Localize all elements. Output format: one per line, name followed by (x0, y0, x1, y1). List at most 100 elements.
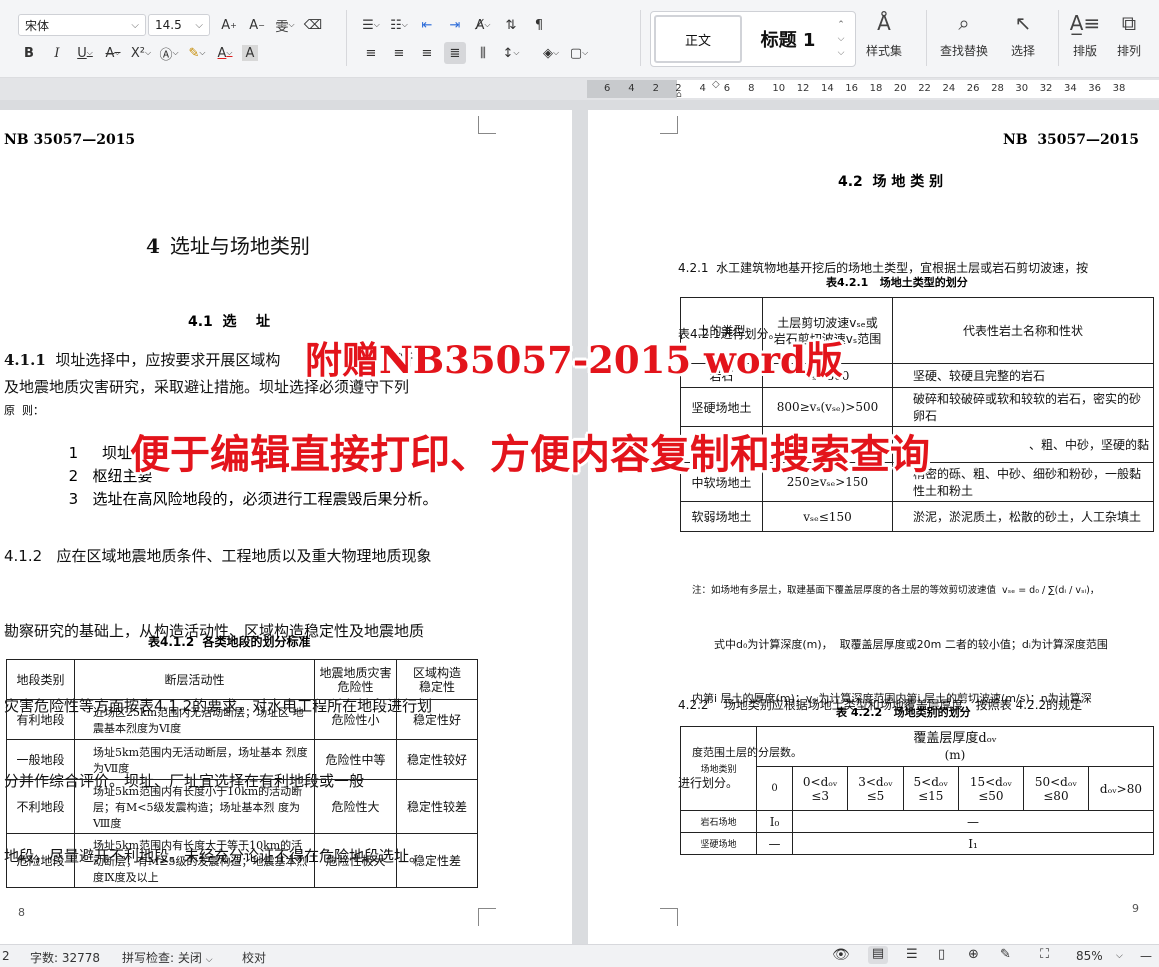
font-size-value: 14.5 (155, 18, 182, 32)
char-shading-icon[interactable]: A (242, 45, 258, 61)
indent-marker-icon[interactable]: ◇ (712, 79, 720, 90)
styles-set-label: 样式集 (866, 44, 903, 58)
text-effect-icon[interactable]: Ⓐ ⌵ (158, 42, 180, 64)
fit-page-icon[interactable]: ⛶ (1040, 947, 1049, 962)
distribute-icon[interactable]: ⫼ (472, 42, 494, 64)
shading-icon[interactable]: ◈ ⌵ (540, 42, 562, 64)
hanging-indent-icon[interactable]: ⌂ (676, 90, 682, 100)
table-header-cell: 0<dₒᵥ ≤3 (791, 766, 849, 811)
layout-button[interactable]: A̲≡ 排版 (1070, 10, 1100, 59)
expand-icon[interactable]: ⌵ (838, 46, 845, 60)
bold-icon[interactable]: B (18, 42, 40, 64)
increase-indent-icon[interactable]: ⇥ (444, 14, 466, 36)
write-mode-icon[interactable]: ✎ (1000, 947, 1011, 962)
ruler-tick-label: 38 (1112, 83, 1126, 94)
text-direction-icon[interactable]: A̸ ⌵ (472, 14, 494, 36)
cover-thickness-unit: (m) (944, 747, 966, 762)
ruler-tick-label: 10 (772, 83, 786, 94)
table-cell: 破碎和较破碎或软和较软的岩石，密实的砂卵石 (892, 387, 1154, 427)
table-header-cell: 区域构造 稳定性 (396, 659, 478, 700)
style-heading1[interactable]: 标题 1 (742, 15, 834, 63)
sort-icon[interactable]: ⇅ (500, 14, 522, 36)
font-name-select[interactable]: 宋体 ⌵ (18, 14, 146, 36)
select-label: 选择 (1010, 44, 1035, 58)
cover-thickness-label: 覆盖层厚度dₒᵥ (913, 730, 997, 746)
note-line1: 注：如场地有多层土，取建基面下覆盖层厚度的各土层的等效剪切波速值 vₛₑ = d… (692, 585, 1100, 596)
outline-view-icon[interactable]: ☰ (906, 947, 918, 962)
decrease-indent-icon[interactable]: ⇤ (416, 14, 438, 36)
font-size-select[interactable]: 14.5 ⌵ (148, 14, 210, 36)
line-spacing-icon[interactable]: ↕ ⌵ (500, 42, 522, 64)
grow-font-icon[interactable]: A + (218, 14, 240, 36)
highlight-icon[interactable]: ✎ ⌵ (186, 42, 208, 64)
web-view-icon[interactable]: ⊕ (968, 947, 979, 962)
word-count[interactable]: 字数: 32778 (30, 949, 100, 966)
underline-icon[interactable]: U ⌵ (74, 42, 96, 64)
separator (1058, 10, 1059, 66)
italic-icon[interactable]: I (46, 42, 68, 64)
find-replace-button[interactable]: ⌕ 查找替换 (940, 10, 988, 59)
ruler-tick-label: 28 (991, 83, 1004, 94)
table-row: 不利地段 场址5km范围内有长度小于10km的活动断层；有M<5级发震构造；场址… (6, 779, 478, 834)
strikethrough-icon[interactable]: A ⌵ (102, 42, 124, 64)
document-canvas[interactable]: NB 35057—2015 4 选址与场地类别 4.1 选 址 4.1.1 坝址选… (0, 100, 1159, 944)
table1-caption: 表4.2.1 场地土类型的划分 (826, 276, 968, 289)
table-cell: 一般地段 (6, 739, 75, 780)
chevron-down-icon[interactable]: ⌵ (838, 32, 845, 46)
zoom-dropdown-icon[interactable]: ⌵ (1116, 951, 1123, 961)
style-normal[interactable]: 正文 (654, 15, 742, 63)
crop-mark (478, 116, 496, 134)
chapter-title: 4 选址与场地类别 (146, 230, 310, 259)
page-view-icon[interactable]: ▤ (868, 946, 888, 964)
select-button[interactable]: ↖ 选择 (1010, 10, 1036, 59)
borders-icon[interactable]: ▢ ⌵ (568, 42, 590, 64)
table2-caption: 表 4.2.2 场地类别的划分 (836, 706, 971, 719)
ruler-tick-label: 34 (1064, 83, 1077, 94)
ruler-tick-label: 4 (628, 83, 635, 94)
styles-set-icon: Å (877, 11, 891, 35)
show-marks-icon[interactable]: ¶ (528, 14, 550, 36)
spell-check-toggle[interactable]: 拼写检查: 关闭 ⌵ (122, 949, 213, 966)
page-indicator[interactable]: 2 (2, 949, 10, 963)
zoom-out-icon[interactable]: — (1140, 949, 1152, 963)
table-cell: 稳定性较差 (396, 779, 478, 834)
align-center-icon[interactable]: ≡ (388, 42, 410, 64)
ruler-tick-label: 8 (748, 83, 755, 94)
arrange-button[interactable]: ⧉ 排列 (1116, 10, 1142, 59)
font-color-icon[interactable]: A ⌵ (214, 42, 236, 64)
justify-icon[interactable]: ≣ (444, 42, 466, 64)
zone-classification-table: 地段类别 断层活动性 地震地质灾害 危险性 区域构造 稳定性 有利地段 近场区2… (6, 659, 478, 888)
promo-watermark-line1: 附赠NB35057-2015 word版 (305, 338, 843, 382)
table-cell: 稍密的砾、粗、中砂、细砂和粉砂，一般黏性土和粉土 (892, 462, 1154, 502)
ribbon-toolbar: 宋体 ⌵ 14.5 ⌵ A + A − 雯 ⌵ ⌫ B I U ⌵ A ⌵ X² ⌵ Ⓐ ⌵ … (0, 0, 1159, 78)
promo-watermark-line2: 便于编辑直接打印、方便内容复制和搜索查询 (130, 431, 930, 478)
table-cell: 稳定性差 (396, 833, 478, 888)
table-header-cell: 代表性岩土名称和性状 (892, 297, 1154, 364)
clear-format-icon[interactable]: ⌫ (302, 14, 324, 36)
styles-set-button[interactable]: Å 样式集 (866, 10, 902, 59)
eye-protection-icon[interactable]: 👁 (832, 947, 850, 963)
proofread-button[interactable]: 校对 (242, 949, 266, 966)
table-cell: 危险地段 (6, 833, 75, 888)
table-row: 有利地段 近场区25km范围内无活动断层；场址区 地震基本烈度为Ⅵ度 危险性小 … (6, 699, 478, 740)
align-right-icon[interactable]: ≡ (416, 42, 438, 64)
gallery-scroll[interactable]: ⌃ ⌵ ⌵ (834, 18, 848, 60)
horizontal-ruler[interactable]: 6 4 2 2 4 6 8 10 12 14 16 18 20 22 24 26 28 30 32 34 36 38 ◇ … (0, 78, 1159, 100)
zoom-level[interactable]: 85% (1076, 949, 1103, 963)
phonetic-guide-icon[interactable]: 雯 ⌵ (274, 14, 296, 36)
align-left-icon[interactable]: ≡ (360, 42, 382, 64)
ruler-tick-label: 26 (966, 83, 980, 94)
arrange-label: 排列 (1116, 44, 1141, 58)
crop-mark (478, 908, 496, 926)
page-left: NB 35057—2015 4 选址与场地类别 4.1 选 址 4.1.1 坝址选… (0, 110, 572, 944)
numbered-list-icon[interactable]: ☷ ⌵ (388, 14, 410, 36)
table-cell: I₁ (792, 832, 1154, 855)
bullet-list-icon[interactable]: ☰ ⌵ (360, 14, 382, 36)
shrink-font-icon[interactable]: A − (246, 14, 268, 36)
read-mode-icon[interactable]: ▯ (938, 947, 945, 962)
chevron-up-icon[interactable]: ⌃ (837, 18, 845, 32)
table-cell: 危险性中等 (314, 739, 397, 780)
superscript-icon[interactable]: X² ⌵ (130, 42, 152, 64)
table-header-cell: 地震地质灾害 危险性 (314, 659, 397, 700)
ruler-tick-label: 12 (796, 83, 810, 94)
